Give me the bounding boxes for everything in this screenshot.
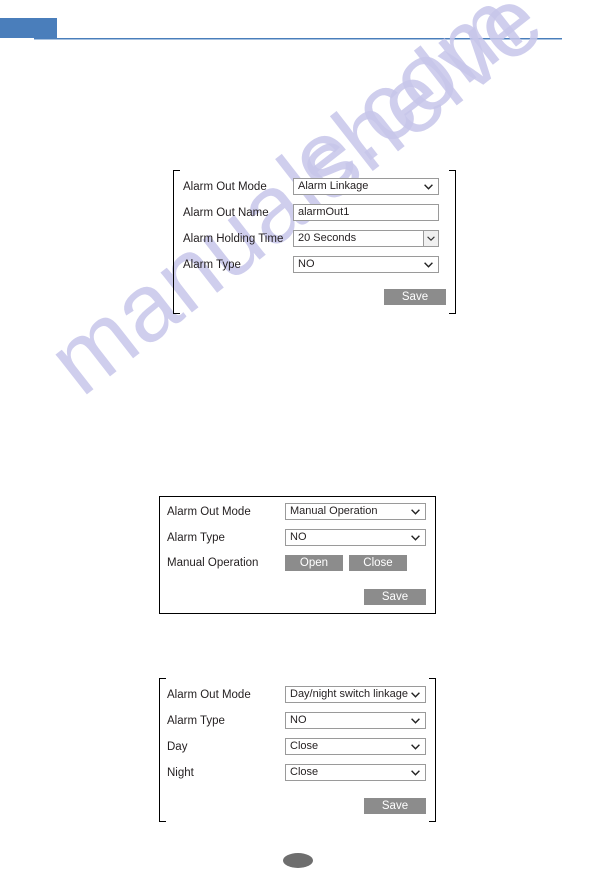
select-alarm-type[interactable]: NO [285, 712, 426, 729]
label-alarm-holding-time: Alarm Holding Time [183, 232, 284, 245]
panel-border-left [159, 678, 166, 822]
header-accent-tab [0, 18, 57, 38]
select-alarm-holding-time-value: 20 Seconds [298, 232, 357, 244]
row-alarm-holding-time: Alarm Holding Time 20 Seconds [183, 230, 446, 247]
select-night[interactable]: Close [285, 764, 426, 781]
label-alarm-type: Alarm Type [183, 258, 241, 271]
page-header [0, 0, 595, 42]
row-alarm-type: Alarm Type NO [167, 529, 426, 546]
chevron-down-icon [411, 534, 420, 541]
header-divider-line-soft [34, 39, 562, 40]
row-alarm-type: Alarm Type NO [167, 712, 426, 729]
chevron-down-icon [411, 691, 420, 698]
select-alarm-out-mode-value: Alarm Linkage [298, 180, 369, 192]
row-alarm-out-mode: Alarm Out Mode Day/night switch linkage [167, 686, 426, 703]
chevron-down-icon [411, 743, 420, 750]
select-night-value: Close [290, 766, 319, 778]
label-day: Day [167, 740, 188, 753]
row-alarm-out-mode: Alarm Out Mode Alarm Linkage [183, 178, 446, 195]
input-alarm-out-name[interactable]: alarmOut1 [293, 204, 439, 221]
row-alarm-type: Alarm Type NO [183, 256, 446, 273]
label-alarm-out-mode: Alarm Out Mode [183, 180, 267, 193]
select-alarm-type-value: NO [298, 258, 315, 270]
label-night: Night [167, 766, 194, 779]
select-alarm-type[interactable]: NO [285, 529, 426, 546]
label-alarm-type: Alarm Type [167, 531, 225, 544]
dropdown-button-icon[interactable] [423, 231, 438, 246]
alarm-linkage-panel: Alarm Out Mode Alarm Linkage Alarm Out N… [173, 170, 456, 314]
panel-border-left [173, 170, 180, 314]
row-alarm-out-name: Alarm Out Name alarmOut1 [183, 204, 446, 221]
select-alarm-out-mode[interactable]: Day/night switch linkage [285, 686, 426, 703]
select-alarm-type-value: NO [290, 531, 307, 543]
select-alarm-holding-time[interactable]: 20 Seconds [293, 230, 439, 247]
label-alarm-out-mode: Alarm Out Mode [167, 505, 251, 518]
save-button[interactable]: Save [364, 589, 426, 605]
select-alarm-type[interactable]: NO [293, 256, 439, 273]
select-alarm-out-mode-value: Day/night switch linkage [290, 688, 409, 700]
panel-border-right [429, 678, 436, 822]
select-alarm-type-value: NO [290, 714, 307, 726]
label-alarm-type: Alarm Type [167, 714, 225, 727]
page-number-marker [283, 853, 313, 868]
chevron-down-icon [411, 508, 420, 515]
chevron-down-icon [411, 769, 420, 776]
label-manual-operation: Manual Operation [167, 557, 259, 569]
row-night: Night Close [167, 764, 426, 781]
manual-operation-panel: Alarm Out Mode Manual Operation Alarm Ty… [159, 496, 436, 614]
day-night-switch-panel: Alarm Out Mode Day/night switch linkage … [159, 678, 436, 822]
select-day-value: Close [290, 740, 319, 752]
select-alarm-out-mode[interactable]: Manual Operation [285, 503, 426, 520]
close-button[interactable]: Close [349, 555, 407, 571]
select-alarm-out-mode-value: Manual Operation [290, 505, 378, 517]
save-button[interactable]: Save [384, 289, 446, 305]
row-alarm-out-mode: Alarm Out Mode Manual Operation [167, 503, 426, 520]
chevron-down-icon [424, 183, 433, 190]
row-day: Day Close [167, 738, 426, 755]
label-alarm-out-name: Alarm Out Name [183, 206, 269, 219]
open-button[interactable]: Open [285, 555, 343, 571]
row-manual-operation: Manual Operation Open Close [167, 555, 426, 571]
chevron-down-icon [411, 717, 420, 724]
save-button[interactable]: Save [364, 798, 426, 814]
select-day[interactable]: Close [285, 738, 426, 755]
panel-border-right [449, 170, 456, 314]
chevron-down-icon [424, 261, 433, 268]
label-alarm-out-mode: Alarm Out Mode [167, 688, 251, 701]
select-alarm-out-mode[interactable]: Alarm Linkage [293, 178, 439, 195]
input-alarm-out-name-value: alarmOut1 [298, 206, 350, 218]
